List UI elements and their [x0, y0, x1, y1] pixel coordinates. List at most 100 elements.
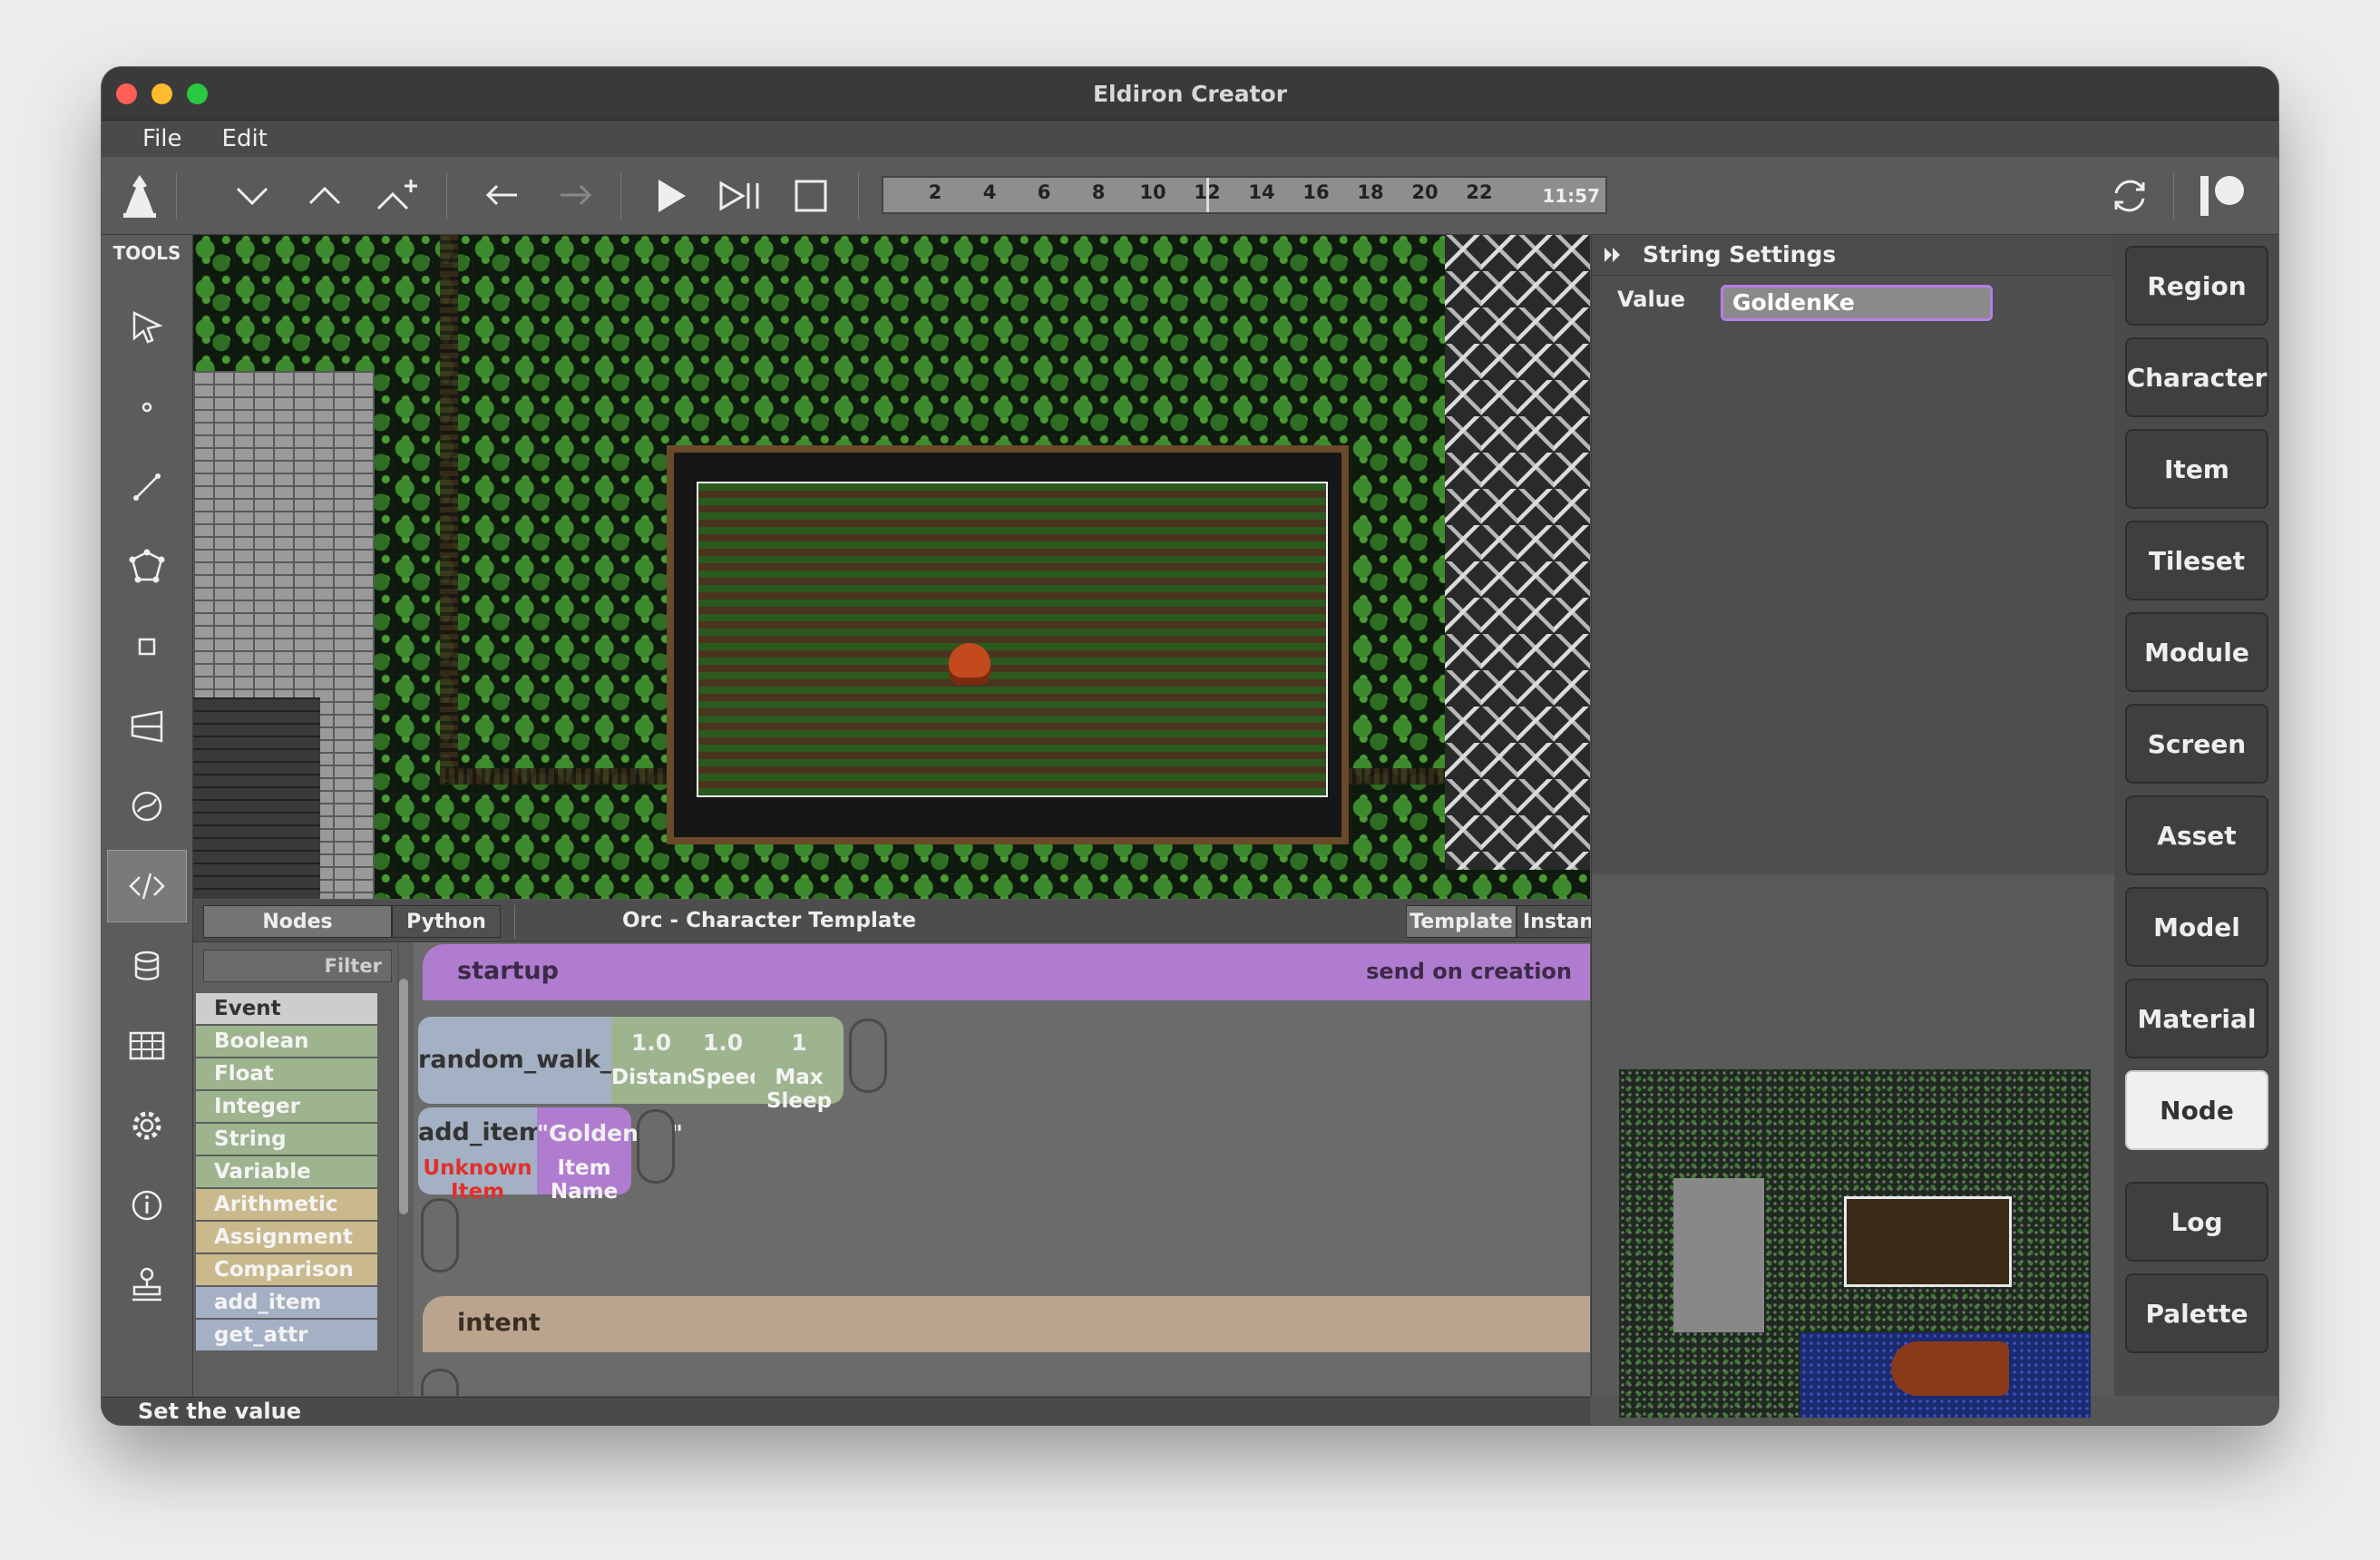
list-item[interactable]: Integer	[196, 1091, 377, 1122]
item-name-param[interactable]: "GoldenKe" Item Name	[537, 1107, 683, 1204]
node-palette-scrollbar[interactable]	[399, 979, 408, 1214]
timeline-cursor[interactable]	[1206, 178, 1209, 212]
tick-label: 6	[1037, 181, 1051, 203]
category-character[interactable]: Character	[2125, 337, 2268, 417]
empty-slot[interactable]	[849, 1019, 887, 1093]
list-item[interactable]: Comparison	[196, 1254, 377, 1285]
traffic-lights	[116, 83, 208, 104]
list-item[interactable]: Float	[196, 1058, 377, 1089]
data-tool-icon[interactable]	[107, 930, 187, 1002]
map-selected-field[interactable]	[697, 482, 1328, 797]
redo-icon[interactable]	[550, 171, 600, 221]
random-walk-node[interactable]: random_walk_in_sector	[418, 1017, 737, 1104]
settings-body: Value GoldenKe	[1592, 276, 2114, 874]
param-value: 1.0	[630, 1029, 672, 1056]
tick-label: 4	[982, 181, 997, 203]
param-label: Distance	[611, 1066, 714, 1089]
wall-tool-icon[interactable]	[107, 690, 187, 763]
category-model[interactable]: Model	[2125, 887, 2268, 967]
add-item-node[interactable]: add_item Unknown Item	[418, 1107, 544, 1204]
minimize-window-button[interactable]	[151, 83, 172, 104]
filter-input[interactable]: Filter	[203, 950, 392, 982]
region-map-view[interactable]	[193, 235, 1590, 899]
max-sleep-param[interactable]: 1 Max Sleep	[755, 1017, 844, 1113]
list-item[interactable]: Event	[196, 993, 377, 1024]
tilemap-tool-icon[interactable]	[107, 1009, 187, 1082]
tab-python[interactable]: Python	[392, 905, 501, 938]
node-editor[interactable]: startup send on creation random_walk_in_…	[414, 942, 1590, 1396]
category-region[interactable]: Region	[2125, 246, 2268, 326]
category-material[interactable]: Material	[2125, 979, 2268, 1058]
list-item[interactable]: Variable	[196, 1156, 377, 1187]
param-label: Max Sleep	[766, 1066, 833, 1113]
settings-panel: String Settings Value GoldenKe	[1591, 235, 2114, 1418]
category-asset[interactable]: Asset	[2125, 795, 2268, 875]
tick-label: 16	[1302, 181, 1330, 203]
empty-slot[interactable]	[421, 1369, 459, 1396]
intent-event-bar[interactable]: intent	[423, 1296, 1590, 1352]
info-icon[interactable]	[107, 1169, 187, 1242]
node-name: random_walk_in_sector	[418, 1046, 737, 1074]
timeline-slider[interactable]: 2 4 6 8 10 12 14 16 18 20 22 11:57	[882, 176, 1607, 214]
list-item[interactable]: String	[196, 1124, 377, 1155]
menu-file[interactable]: File	[142, 125, 182, 152]
close-window-button[interactable]	[116, 83, 137, 104]
chevron-down-icon[interactable]	[227, 171, 278, 221]
sector-tool-icon[interactable]	[107, 531, 187, 603]
empty-slot[interactable]	[637, 1109, 675, 1184]
undo-icon[interactable]	[477, 171, 528, 221]
tab-nodes[interactable]: Nodes	[203, 905, 392, 938]
list-item[interactable]: get_attr	[196, 1320, 377, 1350]
param-value: 1.0	[702, 1029, 744, 1056]
play-icon[interactable]	[646, 171, 697, 221]
settings-title: String Settings	[1643, 241, 1837, 268]
category-palette[interactable]: Palette	[2125, 1273, 2268, 1353]
game-tool-icon[interactable]	[107, 770, 187, 843]
distance-param[interactable]: 1.0 Distance	[611, 1017, 714, 1104]
category-tileset[interactable]: Tileset	[2125, 521, 2268, 600]
empty-slot[interactable]	[421, 1198, 459, 1272]
category-module[interactable]: Module	[2125, 612, 2268, 692]
step-icon[interactable]	[715, 171, 766, 221]
tab-template[interactable]: Template	[1406, 905, 1517, 938]
stamp-tool-icon[interactable]	[107, 1249, 187, 1321]
tick-label: 22	[1466, 181, 1493, 203]
tick-label: 14	[1248, 181, 1275, 203]
status-bar: Set the value	[102, 1397, 1590, 1425]
node-error: Unknown Item	[423, 1156, 532, 1204]
param-label: Speed	[691, 1066, 765, 1089]
code-tool-icon[interactable]	[107, 850, 187, 922]
category-screen[interactable]: Screen	[2125, 704, 2268, 784]
chevron-up-icon[interactable]	[299, 171, 350, 221]
list-item[interactable]: Boolean	[196, 1026, 377, 1057]
settings-gear-icon[interactable]	[107, 1089, 187, 1162]
select-tool-icon[interactable]	[107, 291, 187, 364]
list-item[interactable]: Assignment	[196, 1222, 377, 1253]
list-item[interactable]: Arithmetic	[196, 1189, 377, 1220]
param-value: 1	[791, 1029, 807, 1056]
sync-icon[interactable]	[2104, 171, 2155, 221]
region-minimap[interactable]	[1619, 1069, 2091, 1418]
vertex-tool-icon[interactable]	[107, 371, 187, 444]
add-up-icon[interactable]	[372, 171, 423, 221]
linedef-tool-icon[interactable]	[107, 451, 187, 523]
startup-event-bar[interactable]: startup send on creation	[423, 944, 1590, 1000]
window-title: Eldiron Creator	[1092, 80, 1288, 107]
patreon-icon[interactable]	[2197, 171, 2248, 221]
category-item[interactable]: Item	[2125, 429, 2268, 509]
minimap-field	[1844, 1196, 2012, 1287]
rect-tool-icon[interactable]	[107, 610, 187, 683]
settings-header: String Settings	[1592, 235, 2114, 276]
category-node[interactable]: Node	[2125, 1070, 2268, 1150]
value-text-field[interactable]: GoldenKe	[1721, 285, 1993, 321]
category-sidebar: Region Character Item Tileset Module Scr…	[2114, 235, 2278, 1396]
menu-edit[interactable]: Edit	[222, 125, 268, 152]
toolbar: 2 4 6 8 10 12 14 16 18 20 22 11:57	[102, 158, 2278, 235]
category-log[interactable]: Log	[2125, 1182, 2268, 1262]
zoom-window-button[interactable]	[187, 83, 208, 104]
speed-param[interactable]: 1.0 Speed	[691, 1017, 765, 1104]
timeline-time: 11:57	[1542, 185, 1600, 207]
orc-character[interactable]	[949, 643, 990, 685]
list-item[interactable]: add_item	[196, 1287, 377, 1318]
stop-icon[interactable]	[785, 171, 836, 221]
